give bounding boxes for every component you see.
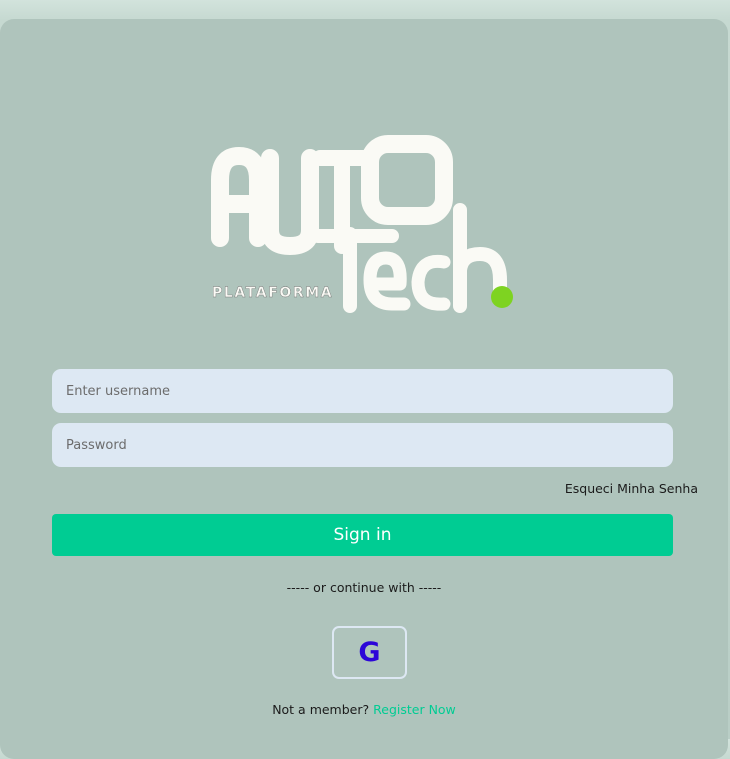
password-input[interactable] [52,423,673,467]
google-icon: G [358,637,381,668]
username-input[interactable] [52,369,673,413]
logo-subtitle: PLATAFORMA [212,285,333,301]
login-card: PLATAFORMA Esqueci Minha Senha Sign in -… [0,19,728,759]
not-member-text: Not a member? [272,702,370,717]
register-link[interactable]: Register Now [373,702,456,717]
logo-dot-icon [491,286,513,308]
forgot-password-link[interactable]: Esqueci Minha Senha [565,481,698,496]
autotech-logo: PLATAFORMA [211,135,513,313]
register-prompt: Not a member? Register Now [0,702,728,717]
google-signin-button[interactable]: G [332,626,407,679]
sign-in-button[interactable]: Sign in [52,514,673,556]
continue-with-divider: ----- or continue with ----- [286,580,442,595]
